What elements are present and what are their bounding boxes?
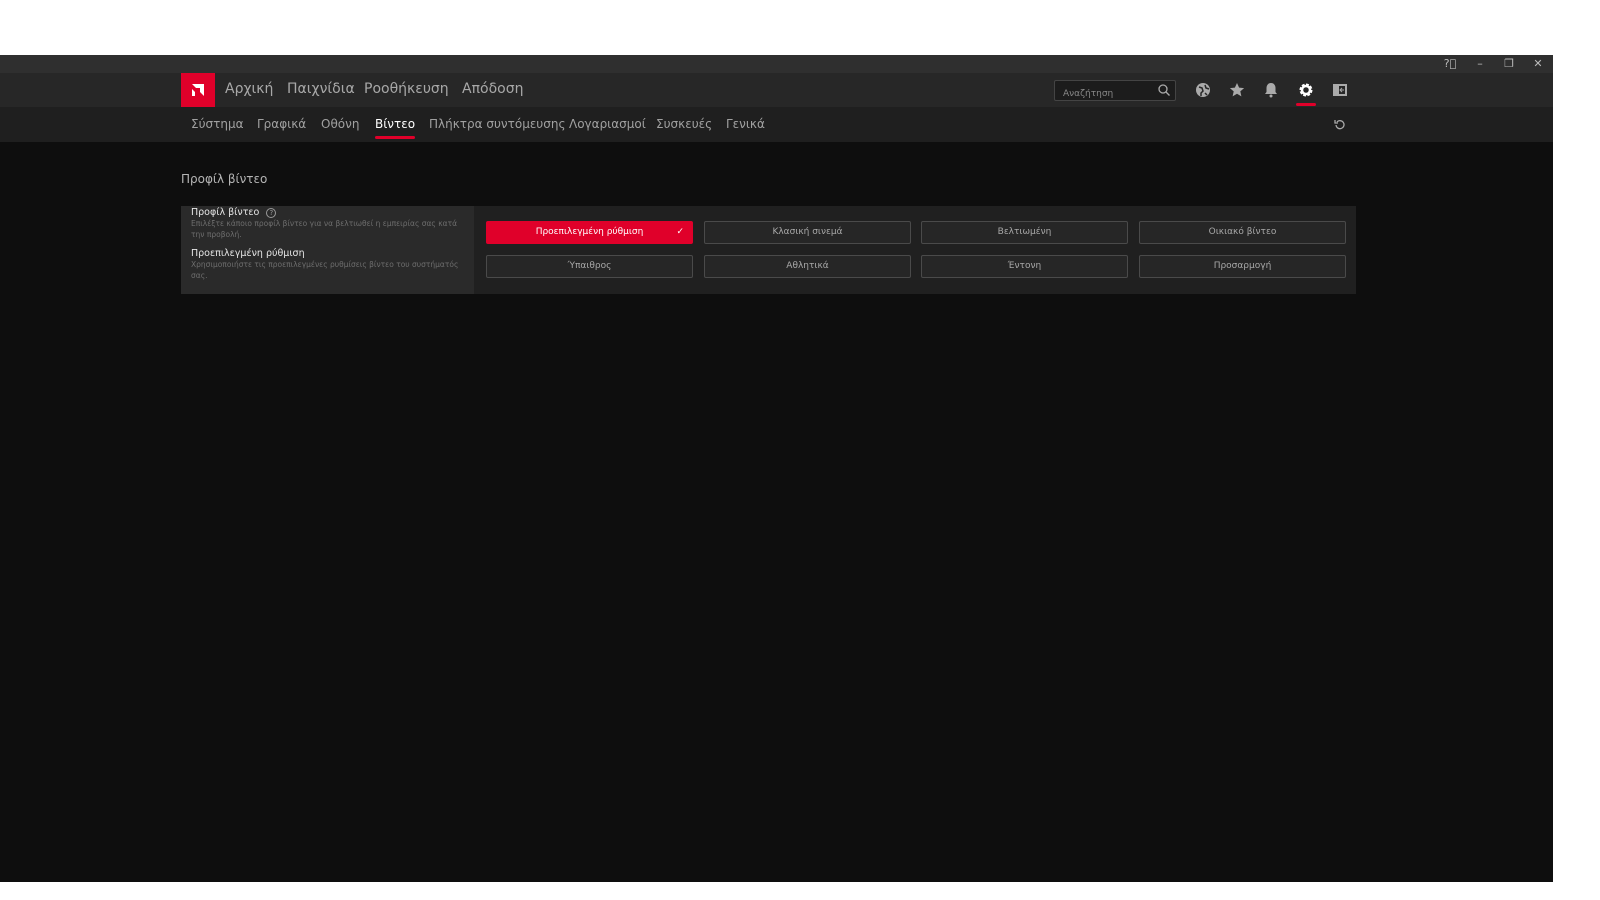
- close-icon[interactable]: ✕: [1528, 56, 1548, 72]
- top-nav: Αρχική Παιχνίδια Ροοθήκευση Απόδοση: [0, 73, 1553, 107]
- selected-profile-description: Χρησιμοποιήστε τις προεπιλεγμένες ρυθμίσ…: [191, 260, 459, 280]
- panel-description: Επιλέξτε κάποιο προφίλ βίντεο για να βελ…: [191, 219, 458, 239]
- sub-nav: Σύστημα Γραφικά Οθόνη Βίντεο Πλήκτρα συν…: [0, 107, 1553, 142]
- app-window: ?⃝ – ❐ ✕ Αρχική Παιχνίδια Ροοθήκευση Από…: [0, 55, 1553, 882]
- section-title: Προφίλ βίντεο: [181, 172, 268, 186]
- bell-icon[interactable]: [1262, 81, 1280, 99]
- sidebar-icon[interactable]: [1331, 81, 1349, 99]
- nav-performance[interactable]: Απόδοση: [462, 81, 523, 97]
- option-outdoor[interactable]: Ύπαιθρος: [486, 255, 693, 278]
- tab-video[interactable]: Βίντεο: [375, 117, 416, 139]
- selected-profile-title: Προεπιλεγμένη ρύθμιση: [191, 248, 305, 259]
- option-custom[interactable]: Προσαρμογή: [1139, 255, 1346, 278]
- search-icon[interactable]: [1157, 83, 1171, 97]
- reset-icon[interactable]: [1333, 118, 1347, 132]
- restore-icon[interactable]: ❐: [1499, 56, 1519, 72]
- star-icon[interactable]: [1228, 81, 1246, 99]
- option-vivid[interactable]: Έντονη: [921, 255, 1128, 278]
- option-default[interactable]: Προεπιλεγμένη ρύθμιση ✓: [486, 221, 693, 244]
- video-profile-panel: Προφίλ βίντεο ? Επιλέξτε κάποιο προφίλ β…: [181, 206, 1356, 294]
- nav-games[interactable]: Παιχνίδια: [287, 81, 355, 97]
- tab-display[interactable]: Οθόνη: [321, 117, 359, 131]
- nav-record[interactable]: Ροοθήκευση: [364, 81, 449, 97]
- gear-icon[interactable]: [1297, 81, 1315, 99]
- option-enhanced[interactable]: Βελτιωμένη: [921, 221, 1128, 244]
- help-icon[interactable]: ?⃝: [1440, 56, 1460, 72]
- amd-logo[interactable]: [181, 73, 215, 107]
- nav-home[interactable]: Αρχική: [225, 81, 273, 97]
- active-indicator: [1296, 103, 1316, 106]
- tab-system[interactable]: Σύστημα: [191, 117, 244, 131]
- option-sports[interactable]: Αθλητικά: [704, 255, 911, 278]
- tab-general[interactable]: Γενικά: [726, 117, 765, 131]
- tab-accounts[interactable]: Λογαριασμοί: [569, 117, 646, 131]
- option-label: Προεπιλεγμένη ρύθμιση: [535, 227, 644, 237]
- option-home-video[interactable]: Οικιακό βίντεο: [1139, 221, 1346, 244]
- search-input[interactable]: [1055, 84, 1150, 104]
- check-icon: ✓: [676, 227, 684, 237]
- search-box[interactable]: [1054, 80, 1176, 104]
- title-bar: ?⃝ – ❐ ✕: [0, 55, 1553, 73]
- panel-title: Προφίλ βίντεο: [191, 207, 260, 218]
- help-icon[interactable]: ?: [266, 208, 277, 218]
- globe-icon[interactable]: [1194, 81, 1212, 99]
- minimize-icon[interactable]: –: [1470, 56, 1490, 72]
- tab-graphics[interactable]: Γραφικά: [257, 117, 306, 131]
- panel-info: Προφίλ βίντεο ? Επιλέξτε κάποιο προφίλ β…: [181, 206, 474, 294]
- option-classic-cinema[interactable]: Κλασική σινεμά: [704, 221, 911, 244]
- tab-devices[interactable]: Συσκευές: [656, 117, 712, 131]
- tab-hotkeys[interactable]: Πλήκτρα συντόμευσης: [429, 117, 566, 131]
